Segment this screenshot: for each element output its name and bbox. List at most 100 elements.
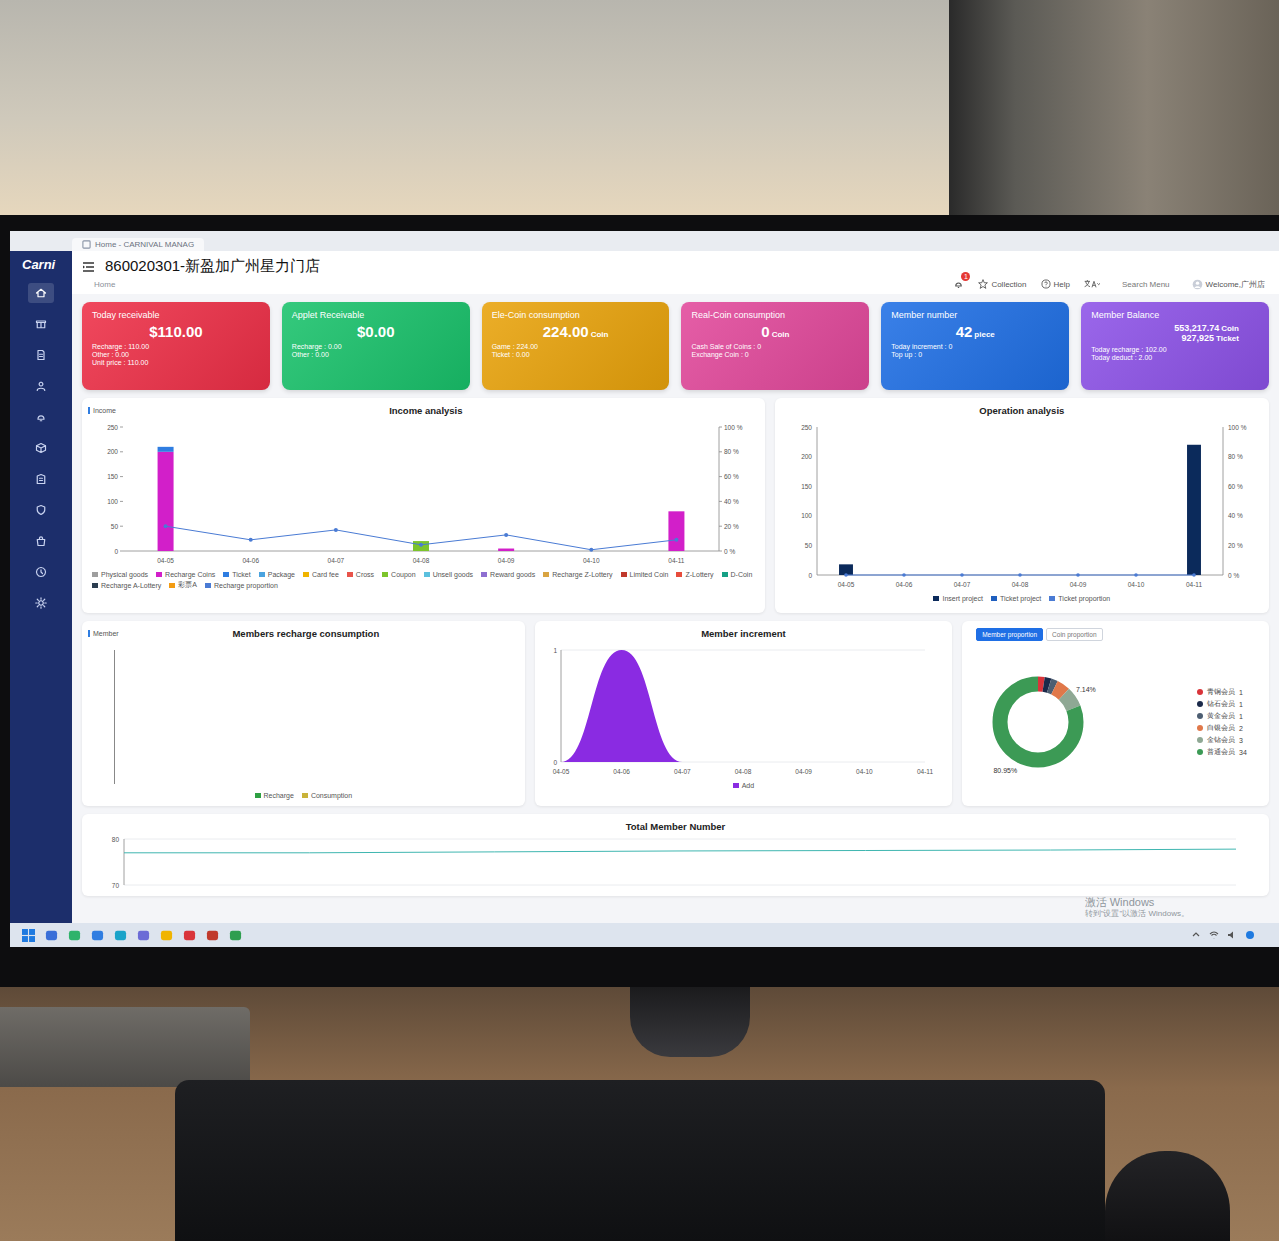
app-icon[interactable] <box>183 929 196 942</box>
sidebar-item[interactable] <box>28 531 54 551</box>
store-icon[interactable] <box>91 929 104 942</box>
line-point[interactable] <box>590 548 594 552</box>
stat-card[interactable]: Today receivable$110.00Recharge : 110.00… <box>82 302 270 390</box>
legend-item[interactable]: Ticket <box>223 571 250 578</box>
search-icon[interactable] <box>45 929 58 942</box>
stat-card[interactable]: Member Balance553,217.74Coin927,925Ticke… <box>1081 302 1269 390</box>
folder-icon[interactable] <box>160 929 173 942</box>
legend-item[interactable]: 彩票A <box>169 580 197 590</box>
line-point[interactable] <box>1076 573 1080 577</box>
stat-card[interactable]: Ele-Coin consumption224.00CoinGame : 224… <box>482 302 670 390</box>
legend-item[interactable]: Cross <box>347 571 374 578</box>
donut-slice[interactable] <box>1000 684 1076 760</box>
legend-item[interactable]: Consumption <box>302 792 352 799</box>
sidebar-item[interactable] <box>28 500 54 520</box>
line-point[interactable] <box>675 538 679 542</box>
chevron-icon[interactable] <box>1191 930 1201 940</box>
notifications[interactable]: 1 <box>953 278 964 290</box>
sidebar-item[interactable] <box>28 562 54 582</box>
legend-item[interactable]: Ticket project <box>991 595 1041 602</box>
sidebar-item[interactable] <box>28 283 54 303</box>
sidebar-item[interactable] <box>28 469 54 489</box>
line-point[interactable] <box>164 524 168 528</box>
line-point[interactable] <box>844 573 848 577</box>
breadcrumb[interactable]: Home <box>82 280 115 289</box>
pdf-icon[interactable] <box>206 929 219 942</box>
language-button[interactable] <box>1084 279 1100 289</box>
stat-card[interactable]: Real-Coin consumption0CoinCash Sale of C… <box>681 302 869 390</box>
legend-item[interactable]: 钻石会员1 <box>1197 699 1251 709</box>
notification-icon[interactable] <box>1245 930 1255 940</box>
speaker-icon[interactable] <box>1227 930 1237 940</box>
proportion-tab[interactable]: Member proportion <box>976 628 1043 641</box>
legend-item[interactable]: Card fee <box>303 571 339 578</box>
legend-item[interactable]: Insert project <box>933 595 982 602</box>
legend-item[interactable]: Unsell goods <box>424 571 473 578</box>
help-button[interactable]: Help <box>1041 279 1070 289</box>
y-tick: 0 <box>808 572 812 579</box>
sidebar-item[interactable] <box>28 438 54 458</box>
windows-icon[interactable] <box>22 929 35 942</box>
legend-item[interactable]: Limited Coin <box>621 571 669 578</box>
user-menu[interactable]: Welcome,广州店 <box>1192 279 1265 290</box>
legend-item[interactable]: Recharge <box>255 792 294 799</box>
stat-card[interactable]: Applet Receivable$0.00Recharge : 0.00Oth… <box>282 302 470 390</box>
donut-slice[interactable] <box>1000 684 1076 760</box>
bar[interactable] <box>158 452 174 551</box>
bar[interactable] <box>1187 445 1201 575</box>
collection-button[interactable]: Collection <box>978 279 1026 289</box>
legend-item[interactable]: Recharge Coins <box>156 571 215 578</box>
legend-item[interactable]: Z-Lottery <box>676 571 713 578</box>
sidebar-item[interactable] <box>28 593 54 613</box>
bar[interactable] <box>158 447 174 452</box>
legend-item[interactable]: D-Coin <box>722 571 753 578</box>
chat-icon[interactable] <box>137 929 150 942</box>
legend-item[interactable]: Add <box>733 782 754 789</box>
proportion-tab[interactable]: Coin proportion <box>1046 628 1102 641</box>
sidebar-item[interactable] <box>28 314 54 334</box>
legend-item[interactable]: 黄金会员1 <box>1197 711 1251 721</box>
legend-item[interactable]: 白银会员2 <box>1197 723 1251 733</box>
wifi-icon[interactable] <box>1209 930 1219 940</box>
legend-item[interactable]: 普通会员34 <box>1197 747 1251 757</box>
line-point[interactable] <box>419 543 423 547</box>
edge-icon[interactable] <box>114 929 127 942</box>
legend-item[interactable]: Physical goods <box>92 571 148 578</box>
legend-item[interactable]: Coupon <box>382 571 416 578</box>
donut-slice[interactable] <box>1000 684 1076 760</box>
legend-item[interactable]: 金钻会员3 <box>1197 735 1251 745</box>
donut-slice[interactable] <box>1000 684 1076 760</box>
legend-item[interactable]: Recharge proportion <box>205 580 278 590</box>
logo[interactable]: Carni <box>10 257 55 272</box>
sidebar-item[interactable] <box>28 345 54 365</box>
line-point[interactable] <box>902 573 906 577</box>
card-detail: Today increment : 0 <box>891 343 1059 350</box>
line-point[interactable] <box>1192 573 1196 577</box>
widgets-icon[interactable] <box>68 929 81 942</box>
bar[interactable] <box>498 549 514 551</box>
line-point[interactable] <box>249 538 253 542</box>
line-point[interactable] <box>1134 573 1138 577</box>
line-point[interactable] <box>960 573 964 577</box>
legend-item[interactable]: Reward goods <box>481 571 535 578</box>
search-menu[interactable]: Search Menu <box>1114 280 1178 289</box>
legend-item[interactable]: Recharge A-Lottery <box>92 580 161 590</box>
area-series[interactable] <box>561 650 925 762</box>
legend-item[interactable]: Recharge Z-Lottery <box>543 571 612 578</box>
donut-slice[interactable] <box>1000 684 1076 760</box>
bar[interactable] <box>413 541 429 551</box>
donut-slice[interactable] <box>1000 684 1076 760</box>
menu-icon[interactable] <box>82 261 95 273</box>
stat-card[interactable]: Member number42pieceToday increment : 0T… <box>881 302 1069 390</box>
legend-item[interactable]: 青铜会员1 <box>1197 687 1251 697</box>
browser-tab[interactable]: Home - CARNIVAL MANAG <box>72 238 204 251</box>
sidebar-item[interactable] <box>28 407 54 427</box>
bar[interactable] <box>669 511 685 551</box>
line-point[interactable] <box>504 533 508 537</box>
sidebar-item[interactable] <box>28 376 54 396</box>
monitor-icon[interactable] <box>229 929 242 942</box>
line-point[interactable] <box>334 528 338 532</box>
legend-item[interactable]: Package <box>259 571 295 578</box>
line-point[interactable] <box>1018 573 1022 577</box>
legend-item[interactable]: Ticket proportion <box>1049 595 1110 602</box>
